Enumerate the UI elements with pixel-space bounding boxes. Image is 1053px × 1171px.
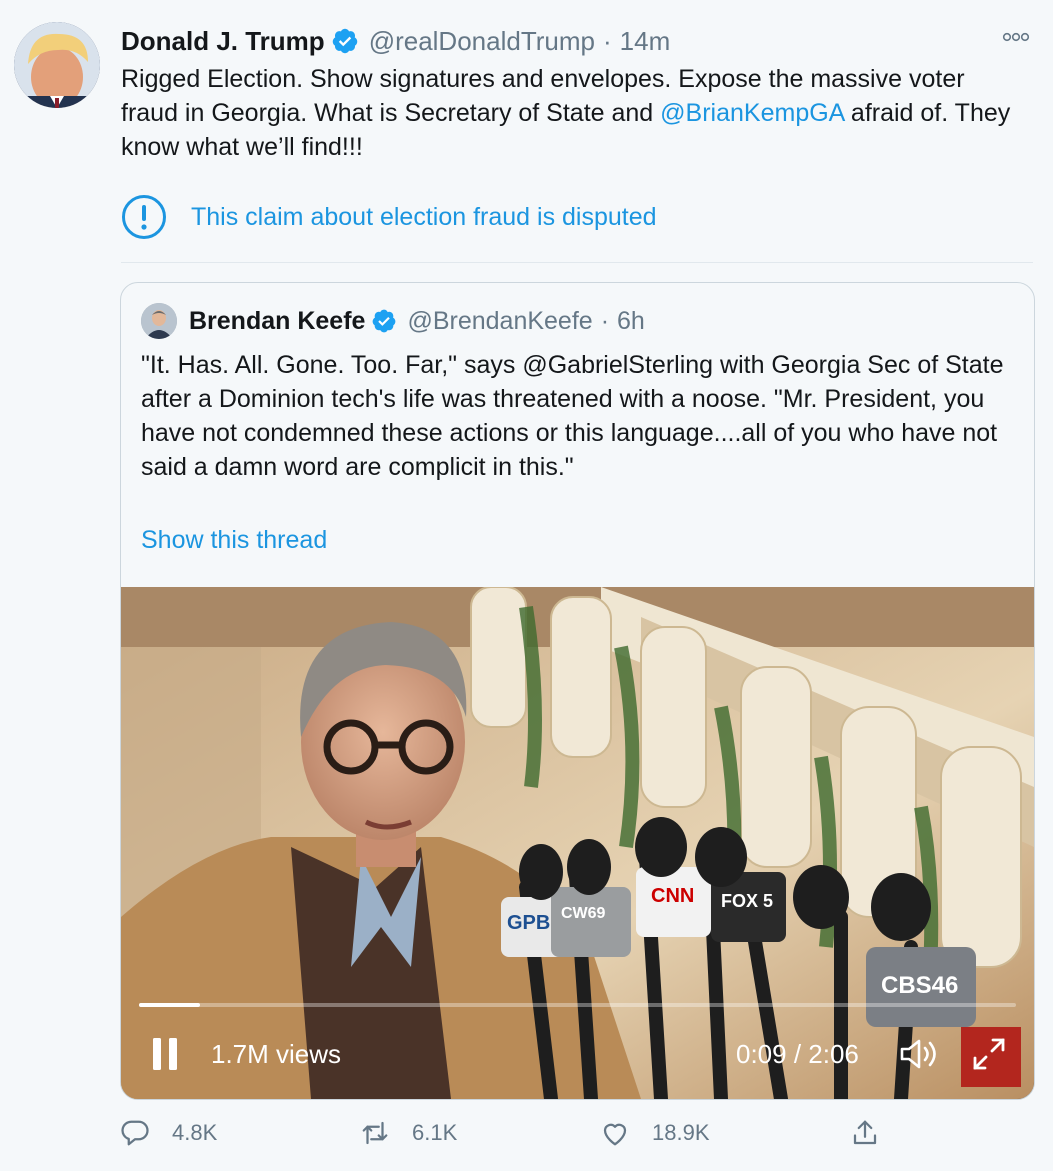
quoted-author-avatar[interactable] — [141, 303, 177, 339]
reply-button[interactable]: 4.8K — [120, 1118, 217, 1148]
quoted-tweet[interactable]: Brendan Keefe @BrendanKeefe · 6h "It. Ha… — [120, 282, 1035, 1100]
tweet-header: Donald J. Trump @realDonaldTrump · 14m — [121, 24, 670, 58]
quoted-timestamp[interactable]: 6h — [617, 307, 645, 336]
tweet[interactable]: Donald J. Trump @realDonaldTrump · 14m R… — [0, 0, 1053, 1171]
video-progress-fill — [139, 1003, 201, 1007]
share-icon — [853, 1120, 877, 1145]
tweet-timestamp[interactable]: 14m — [620, 26, 671, 57]
author-handle[interactable]: @realDonaldTrump — [369, 26, 595, 57]
disputed-notice[interactable]: This claim about election fraud is dispu… — [121, 194, 657, 240]
reply-count: 4.8K — [172, 1120, 218, 1145]
video-time: 0:09 / 2:06 — [736, 1038, 859, 1069]
video-player[interactable]: GPB CW69 CNN FOX 5 CBS46 1.7M views 0:09… — [121, 587, 1034, 1099]
like-count: 18.9K — [652, 1120, 710, 1145]
header-separator: · — [602, 25, 612, 56]
quoted-author-handle[interactable]: @BrendanKeefe — [407, 307, 592, 336]
disputed-notice-text[interactable]: This claim about election fraud is dispu… — [191, 203, 657, 232]
video-frame — [121, 587, 1034, 1099]
retweet-icon — [362, 1121, 388, 1145]
volume-button[interactable] — [899, 1034, 941, 1074]
quoted-header-separator: · — [600, 306, 610, 335]
quoted-author-name[interactable]: Brendan Keefe — [189, 307, 365, 336]
author-avatar[interactable] — [14, 22, 100, 108]
retweet-count: 6.1K — [412, 1120, 458, 1145]
tweet-text: Rigged Election. Show signatures and env… — [121, 62, 1021, 164]
pause-icon — [153, 1038, 177, 1070]
more-icon[interactable] — [1001, 30, 1031, 44]
fullscreen-button[interactable] — [971, 1034, 1009, 1074]
quoted-verified-badge-icon — [373, 309, 396, 333]
retweet-button[interactable]: 6.1K — [360, 1118, 457, 1148]
show-thread-link[interactable]: Show this thread — [141, 526, 327, 555]
reply-icon — [121, 1120, 149, 1146]
quoted-tweet-header: Brendan Keefe @BrendanKeefe · 6h — [141, 303, 645, 339]
mention-link[interactable]: @BrianKempGA — [660, 99, 844, 127]
author-name[interactable]: Donald J. Trump — [121, 26, 325, 57]
verified-badge-icon — [332, 28, 357, 54]
heart-icon — [603, 1123, 627, 1146]
tweet-actions: 4.8K 6.1K 18.9K — [120, 1118, 900, 1158]
quoted-tweet-text: "It. Has. All. Gone. Too. Far," says @Ga… — [141, 351, 1004, 481]
fullscreen-icon — [973, 1038, 1005, 1070]
video-progress-bar[interactable] — [139, 1003, 1016, 1007]
exclamation-circle-icon — [122, 195, 166, 239]
share-button[interactable] — [850, 1118, 902, 1148]
video-view-count: 1.7M views — [211, 1038, 342, 1069]
divider — [121, 262, 1033, 263]
like-button[interactable]: 18.9K — [600, 1118, 710, 1148]
pause-button[interactable] — [151, 1034, 181, 1074]
volume-icon — [900, 1039, 936, 1069]
